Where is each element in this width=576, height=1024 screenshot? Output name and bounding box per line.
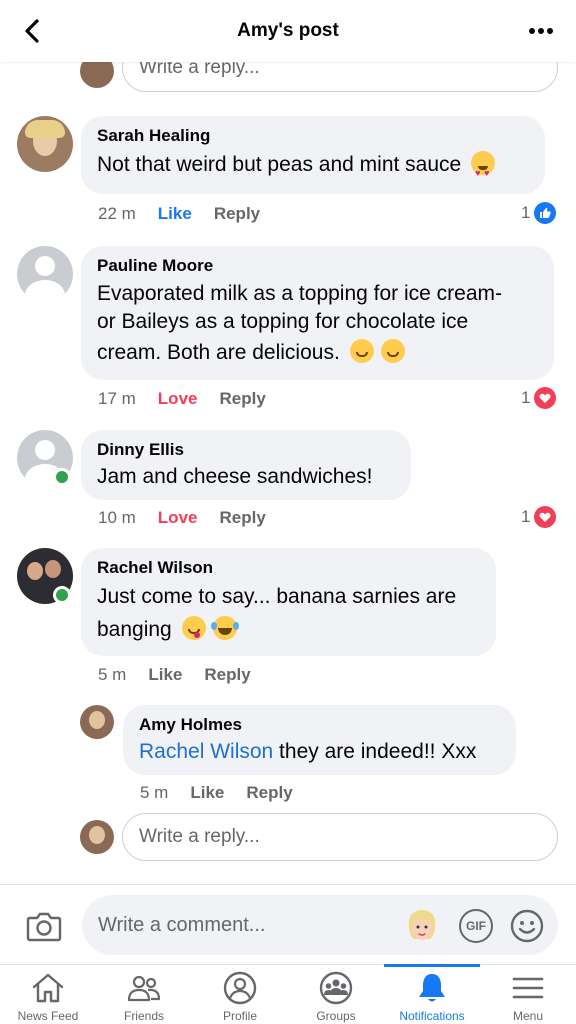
- comment-text-wrap: cream. Both are delicious.: [97, 336, 538, 370]
- reaction-count: 1: [521, 388, 531, 407]
- comment-actions: 17 m Love Reply: [98, 389, 288, 409]
- comment-text-line: or Baileys as a topping for chocolate ic…: [97, 310, 469, 333]
- reaction-count: 1: [521, 507, 531, 526]
- emoji-icon[interactable]: [510, 909, 544, 943]
- comment-bubble: Pauline Moore Evaporated milk as a toppi…: [81, 246, 554, 380]
- reply-placeholder: Write a reply...: [139, 62, 260, 78]
- friends-icon: [127, 975, 161, 1002]
- comment-composer: Write a comment... GIF: [0, 884, 576, 964]
- reply-text-wrap: Rachel Wilson they are indeed!! Xxx: [139, 739, 500, 765]
- comment-author[interactable]: Pauline Moore: [97, 256, 538, 276]
- page-title: Amy's post: [237, 20, 339, 41]
- home-icon: [32, 973, 64, 1003]
- avatar[interactable]: [17, 116, 73, 172]
- like-reaction-icon: [534, 202, 557, 224]
- camera-icon[interactable]: [26, 909, 62, 943]
- profile-icon: [223, 971, 257, 1005]
- comment-placeholder: Write a comment...: [98, 913, 266, 936]
- nav-label: Notifications: [399, 1009, 465, 1023]
- nav-label: Menu: [512, 1009, 544, 1023]
- comment-author[interactable]: Sarah Healing: [97, 126, 529, 146]
- reply-button[interactable]: Reply: [214, 204, 260, 224]
- online-status-icon: [53, 586, 71, 604]
- reaction-count: 1: [521, 203, 531, 222]
- reply-button[interactable]: Reply: [246, 783, 292, 803]
- yum-emoji-icon: [181, 616, 206, 640]
- comment-time: 5 m: [98, 665, 127, 684]
- love-reaction-icon: [534, 387, 557, 409]
- comment-text: Not that weird but peas and mint sauce: [97, 153, 462, 176]
- smiling-emoji-icon: [349, 339, 374, 363]
- more-options-icon[interactable]: [526, 18, 556, 44]
- like-button[interactable]: Like: [148, 665, 182, 685]
- comment-time: 10 m: [98, 508, 136, 527]
- back-arrow-icon[interactable]: [18, 16, 48, 46]
- reply-button[interactable]: Reply: [204, 665, 250, 685]
- comment-time: 17 m: [98, 389, 136, 408]
- bell-icon: [419, 974, 445, 1002]
- nav-item-friends[interactable]: Friends: [96, 965, 192, 1024]
- reaction-summary[interactable]: 1: [521, 387, 557, 409]
- smiling-emoji-icon: [381, 339, 406, 363]
- heart-eyes-emoji-icon: ♥ ♥: [471, 151, 496, 178]
- header-bar: Amy's post: [0, 0, 576, 62]
- like-button[interactable]: Like: [190, 783, 224, 803]
- laughing-tears-emoji-icon: [211, 616, 240, 640]
- comment-author[interactable]: Dinny Ellis: [97, 440, 395, 460]
- nav-label: Groups: [316, 1009, 356, 1023]
- groups-icon: [319, 971, 353, 1005]
- love-button[interactable]: Love: [158, 508, 198, 528]
- comment-author[interactable]: Rachel Wilson: [97, 558, 480, 578]
- avatar: [80, 62, 114, 88]
- nav-item-profile[interactable]: Profile: [192, 965, 288, 1024]
- avatar[interactable]: [17, 246, 73, 302]
- nav-item-groups[interactable]: Groups: [288, 965, 384, 1024]
- menu-icon: [512, 977, 544, 999]
- comment-time: 22 m: [98, 204, 136, 223]
- comment-actions: 5 m Like Reply: [98, 665, 273, 685]
- mention-link[interactable]: Rachel Wilson: [139, 740, 273, 763]
- reply-input[interactable]: Write a reply...: [122, 62, 558, 92]
- comment-text-line: banging: [97, 618, 172, 641]
- comment-actions: 10 m Love Reply: [98, 508, 288, 528]
- comment-actions: 22 m Like Reply: [98, 204, 282, 224]
- comment-text-line: Evaporated milk as a topping for ice cre…: [97, 282, 503, 305]
- reply-input[interactable]: Write a reply...: [122, 813, 558, 861]
- online-status-icon: [53, 468, 71, 486]
- comment-text: Jam and cheese sandwiches!: [97, 465, 373, 488]
- like-button[interactable]: Like: [158, 204, 192, 224]
- comments-thread: Write a reply... Sarah Healing Not that …: [0, 62, 576, 884]
- reply-text: they are indeed!! Xxx: [273, 740, 477, 763]
- comment-text-wrap: banging: [97, 612, 480, 648]
- reply-actions: 5 m Like Reply: [140, 783, 315, 803]
- reply-placeholder: Write a reply...: [139, 826, 260, 847]
- reaction-summary[interactable]: 1: [521, 202, 557, 224]
- comment-bubble: Dinny Ellis Jam and cheese sandwiches!: [81, 430, 411, 500]
- comment-text-line: Just come to say... banana sarnies are: [97, 585, 457, 608]
- gif-button[interactable]: GIF: [459, 909, 493, 943]
- nav-label: Profile: [222, 1009, 257, 1023]
- nav-label: Friends: [123, 1009, 164, 1023]
- comment-text-wrap: Not that weird but peas and mint sauce ♥…: [97, 150, 529, 180]
- reply-button[interactable]: Reply: [219, 508, 265, 528]
- nav-item-news-feed[interactable]: News Feed: [0, 965, 96, 1024]
- reply-author[interactable]: Amy Holmes: [139, 715, 500, 735]
- nav-item-notifications[interactable]: Notifications: [384, 964, 480, 1024]
- reply-button[interactable]: Reply: [219, 389, 265, 409]
- reply-time: 5 m: [140, 783, 169, 802]
- reply-bubble: Amy Holmes Rachel Wilson they are indeed…: [123, 705, 516, 775]
- avatar-sticker-icon[interactable]: [404, 905, 440, 945]
- nav-label: News Feed: [17, 1009, 79, 1023]
- love-reaction-icon: [534, 506, 557, 528]
- bottom-nav: News Feed Friends Profile Groups Notific…: [0, 964, 576, 1024]
- comment-bubble: Sarah Healing Not that weird but peas an…: [81, 116, 545, 194]
- app: Amy's post Write a reply... Sarah Healin…: [0, 0, 576, 1024]
- comment-text-line: cream. Both are delicious.: [97, 341, 340, 364]
- avatar[interactable]: [80, 705, 114, 739]
- avatar: [80, 820, 114, 854]
- comment-bubble: Rachel Wilson Just come to say... banana…: [81, 548, 496, 656]
- love-button[interactable]: Love: [158, 389, 198, 409]
- nav-item-menu[interactable]: Menu: [480, 965, 576, 1024]
- reaction-summary[interactable]: 1: [521, 506, 557, 528]
